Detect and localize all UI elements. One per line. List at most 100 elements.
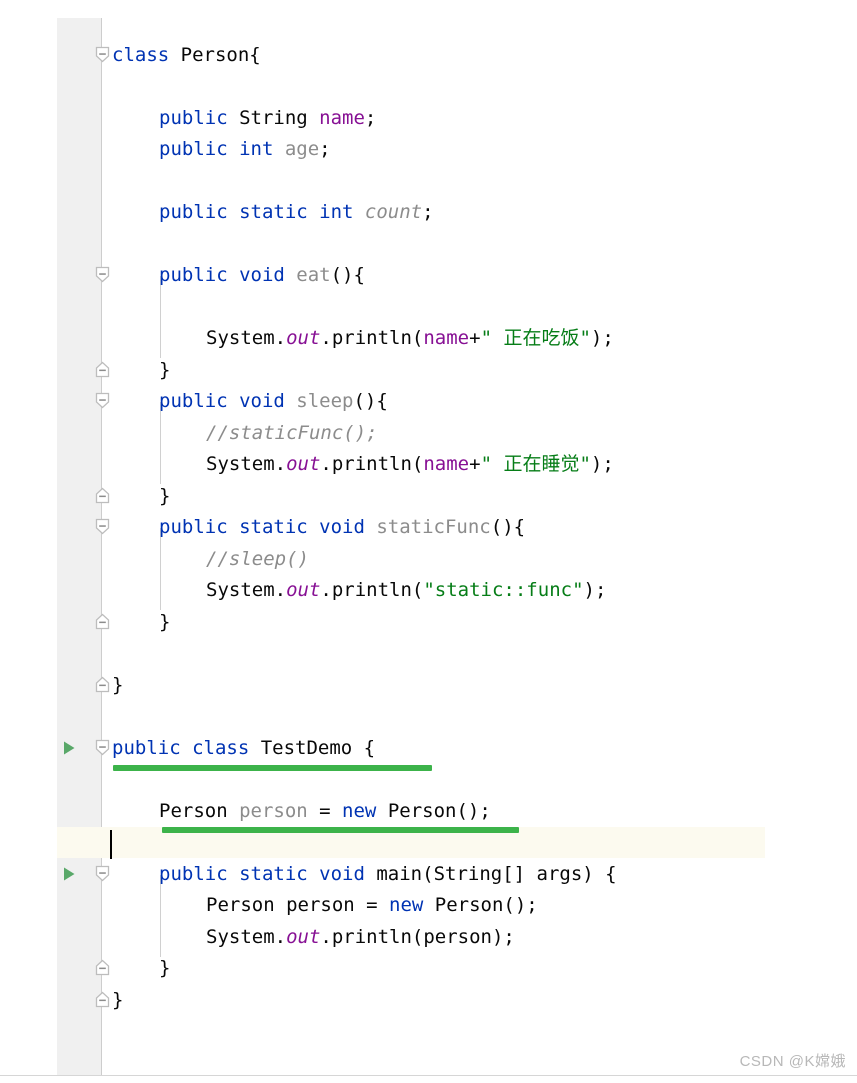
fold-collapse-icon[interactable] <box>95 392 110 409</box>
code-token: .println( <box>320 453 424 475</box>
code-token: } <box>112 989 124 1011</box>
fold-end-icon[interactable] <box>95 487 110 504</box>
code-token: " 正在睡觉" <box>480 453 591 475</box>
code-token: } <box>159 359 171 381</box>
code-line[interactable] <box>0 229 112 260</box>
fold-end-icon[interactable] <box>95 361 110 378</box>
code-token: ); <box>583 579 607 601</box>
code-token: name <box>423 327 470 349</box>
code-token: out <box>286 327 321 349</box>
code-token: class <box>112 44 181 66</box>
code-token: + <box>469 453 481 475</box>
code-line[interactable]: //staticFunc(); <box>0 418 378 449</box>
code-token: class <box>192 737 261 759</box>
code-token: count <box>364 201 423 223</box>
code-token: out <box>286 579 321 601</box>
code-token: static <box>239 201 320 223</box>
code-line[interactable]: System.out.println(name+" 正在睡觉"); <box>0 449 614 480</box>
code-token: + <box>469 327 481 349</box>
code-token: System. <box>206 579 287 601</box>
code-line[interactable] <box>0 638 112 669</box>
code-token: } <box>159 611 171 633</box>
code-token: eat <box>296 264 331 286</box>
code-line[interactable]: System.out.println(person); <box>0 922 515 953</box>
code-editor[interactable]: class Person{public String name; public i… <box>0 0 857 1083</box>
code-line[interactable] <box>0 764 112 795</box>
code-token: ); <box>590 327 614 349</box>
code-line[interactable] <box>0 292 112 323</box>
code-token: void <box>319 516 377 538</box>
code-line[interactable]: public static void staticFunc(){ <box>0 512 525 543</box>
code-line[interactable]: public static void main(String[] args) { <box>0 859 617 890</box>
code-line[interactable] <box>0 71 112 102</box>
code-line[interactable]: class Person{ <box>0 40 261 71</box>
code-line[interactable]: } <box>0 355 170 386</box>
code-token: ; <box>319 138 331 160</box>
code-token: public <box>159 201 240 223</box>
code-token: System. <box>206 926 287 948</box>
code-token: String <box>239 107 320 129</box>
code-line[interactable] <box>0 166 112 197</box>
fold-collapse-icon[interactable] <box>95 865 110 882</box>
code-token: { <box>249 44 261 66</box>
code-token: ; <box>364 107 377 129</box>
code-token: public <box>159 863 240 885</box>
code-token: age <box>284 138 320 160</box>
code-token: new <box>342 800 388 822</box>
code-token: Person person = <box>206 894 390 916</box>
code-token: .println( <box>320 327 424 349</box>
code-line[interactable] <box>0 827 159 858</box>
code-token: public <box>159 390 240 412</box>
code-line[interactable]: } <box>0 953 170 984</box>
code-line[interactable]: System.out.println(name+" 正在吃饭"); <box>0 323 614 354</box>
code-token: (){ <box>490 516 526 538</box>
code-token: } <box>159 485 171 507</box>
code-token: //staticFunc(); <box>206 422 378 444</box>
code-token: ); <box>590 453 614 475</box>
code-line[interactable] <box>0 701 112 732</box>
code-token: new <box>389 894 435 916</box>
code-token: void <box>239 264 297 286</box>
code-token: public <box>112 737 193 759</box>
code-line[interactable]: System.out.println("static::func"); <box>0 575 606 606</box>
code-line[interactable]: public class TestDemo { <box>0 733 375 764</box>
code-line[interactable]: Person person = new Person(); <box>0 890 538 921</box>
code-token: name <box>319 107 365 129</box>
code-token: person <box>239 800 320 822</box>
code-line[interactable]: public int age; <box>0 134 331 165</box>
code-token: (String[] args) { <box>422 863 617 885</box>
code-token: Person <box>180 44 250 66</box>
code-token: } <box>159 957 171 979</box>
code-line[interactable]: public void eat(){ <box>0 260 365 291</box>
code-token: (){ <box>353 390 388 412</box>
fold-end-icon[interactable] <box>95 959 110 976</box>
code-token: public <box>159 264 240 286</box>
fold-end-icon[interactable] <box>95 613 110 630</box>
code-token: staticFunc <box>376 516 491 538</box>
fold-end-icon[interactable] <box>95 991 110 1008</box>
code-line[interactable]: public static int count; <box>0 197 434 228</box>
code-line[interactable]: //sleep() <box>0 544 309 575</box>
code-line[interactable]: Person person = new Person(); <box>0 796 491 827</box>
code-line[interactable]: } <box>0 607 170 638</box>
fold-collapse-icon[interactable] <box>95 266 110 283</box>
fold-collapse-icon[interactable] <box>95 46 110 63</box>
code-line[interactable]: public void sleep(){ <box>0 386 388 417</box>
fold-collapse-icon[interactable] <box>95 739 110 756</box>
code-token: main <box>376 863 423 885</box>
code-token: Person <box>159 800 240 822</box>
code-line[interactable]: } <box>0 481 170 512</box>
code-token: " 正在吃饭" <box>480 327 591 349</box>
code-line[interactable]: public String name; <box>0 103 376 134</box>
code-token: System. <box>206 327 287 349</box>
inspection-underline-marker <box>113 765 432 771</box>
code-token: System. <box>206 453 287 475</box>
run-gutter-icon[interactable] <box>62 866 76 882</box>
code-token: .println( <box>320 579 424 601</box>
run-gutter-icon[interactable] <box>62 740 76 756</box>
code-content[interactable]: class Person{public String name; public i… <box>0 0 857 1083</box>
code-token: out <box>286 926 321 948</box>
fold-collapse-icon[interactable] <box>95 518 110 535</box>
fold-end-icon[interactable] <box>95 676 110 693</box>
code-token: = <box>319 800 343 822</box>
